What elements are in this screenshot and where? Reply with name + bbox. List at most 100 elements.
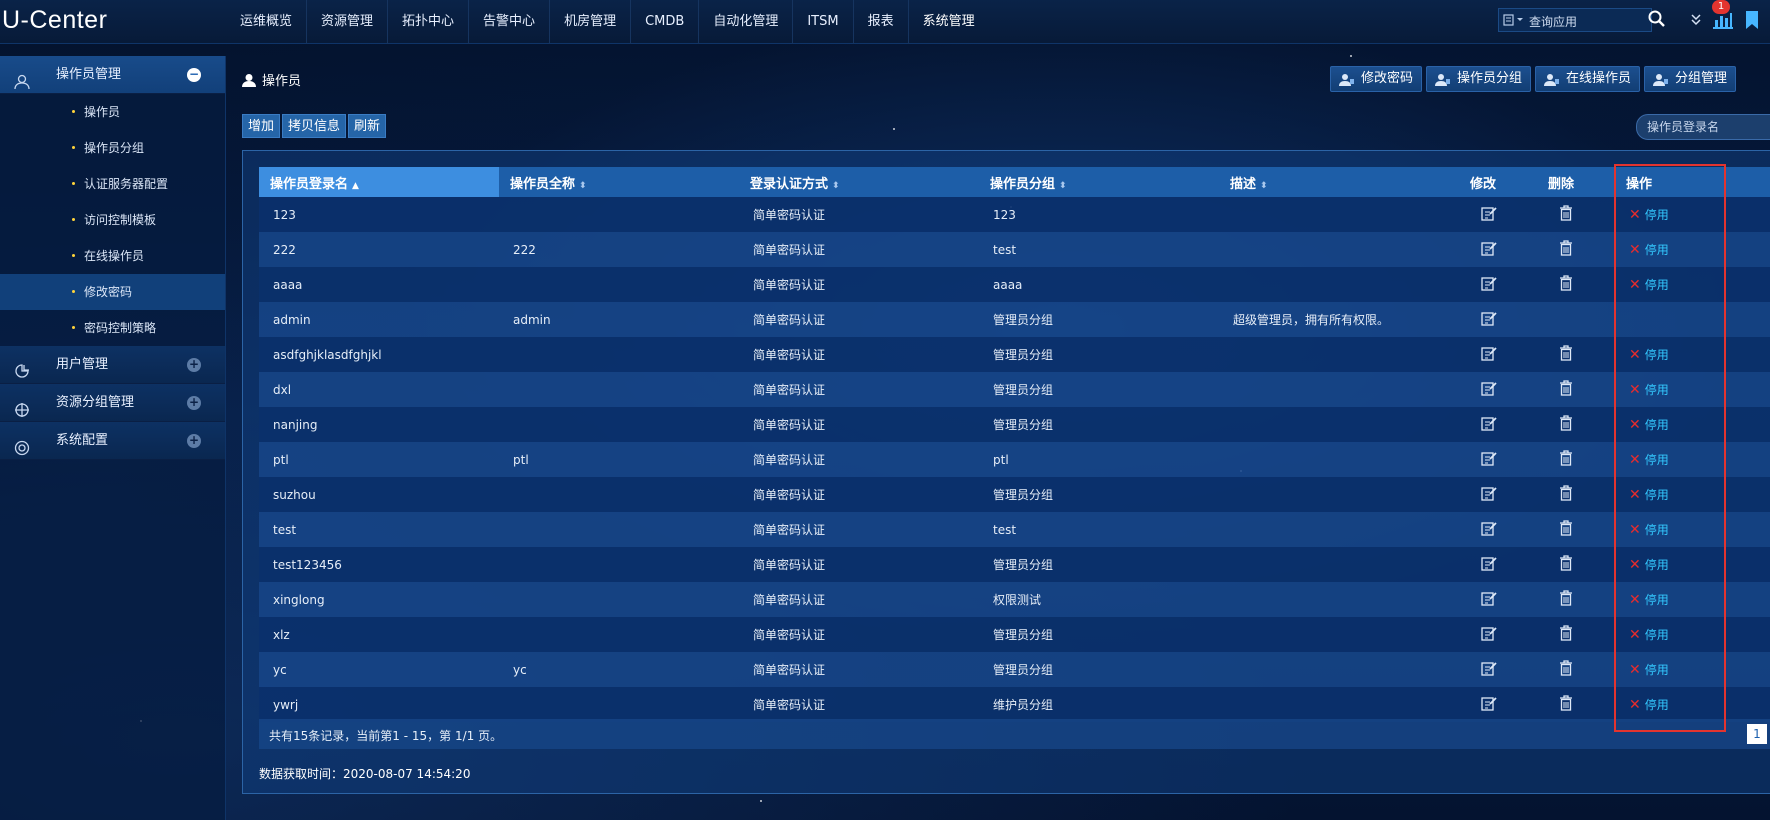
nav-item-8[interactable]: 报表 [854,0,909,44]
search-icon[interactable] [1648,10,1666,31]
col-desc-header[interactable]: 描述 ⬍ [1219,167,1459,197]
col-group-header[interactable]: 操作员分组 ⬍ [979,167,1219,197]
trash-icon[interactable] [1559,345,1573,364]
expand-icon[interactable]: + [187,396,201,410]
edit-icon[interactable] [1481,592,1497,609]
nav-item-5[interactable]: CMDB [631,0,700,44]
sidebar-group-2[interactable]: 资源分组管理 + [0,384,225,422]
group-link[interactable]: 管理员分组 [979,302,1219,337]
sidebar-item-0[interactable]: 操作员 [0,94,225,130]
login-name-link[interactable]: asdfghjklasdfghjkl [259,337,499,372]
group-link[interactable]: test [979,232,1219,267]
trash-icon[interactable] [1559,450,1573,469]
login-filter-input[interactable]: 操作员登录名 [1636,114,1770,140]
app-filter-icon[interactable] [1503,13,1525,30]
sort-icon[interactable]: ⬍ [1059,181,1067,191]
group-link[interactable]: 权限测试 [979,582,1219,617]
quick-button-3[interactable]: 分组管理 [1644,66,1737,92]
refresh-button[interactable]: 刷新 [348,114,387,138]
nav-item-0[interactable]: 运维概览 [226,0,308,44]
expand-icon[interactable]: + [187,434,201,448]
sort-asc-icon[interactable]: ▲ [352,181,359,191]
sort-icon[interactable]: ⬍ [1260,181,1268,191]
app-search-input[interactable]: 查询应用 [1498,8,1652,32]
sidebar-group-0[interactable]: 操作员管理 − [0,56,225,94]
edit-icon[interactable] [1481,242,1497,259]
edit-icon[interactable] [1481,557,1497,574]
trash-icon[interactable] [1559,380,1573,399]
expand-icon[interactable]: + [187,358,201,372]
edit-icon[interactable] [1481,312,1497,329]
edit-icon[interactable] [1481,207,1497,224]
sort-icon[interactable]: ⬍ [579,181,587,191]
edit-icon[interactable] [1481,487,1497,504]
nav-item-1[interactable]: 资源管理 [307,0,389,44]
page-number-button[interactable]: 1 [1747,724,1767,744]
sidebar-group-3[interactable]: 系统配置 + [0,422,225,460]
copy-info-button[interactable]: 拷贝信息 [282,114,347,138]
quick-button-0[interactable]: 修改密码 [1330,66,1423,92]
edit-icon[interactable] [1481,662,1497,679]
group-link[interactable]: 管理员分组 [979,547,1219,582]
sort-icon[interactable]: ⬍ [832,181,840,191]
group-link[interactable]: 管理员分组 [979,477,1219,512]
edit-icon[interactable] [1481,277,1497,294]
sidebar-item-3[interactable]: 访问控制模板 [0,202,225,238]
edit-icon[interactable] [1481,382,1497,399]
trash-icon[interactable] [1559,520,1573,539]
trash-icon[interactable] [1559,555,1573,574]
edit-icon[interactable] [1481,452,1497,469]
collapse-icon[interactable]: − [187,68,201,82]
group-link[interactable]: 管理员分组 [979,372,1219,407]
trash-icon[interactable] [1559,695,1573,714]
sidebar-item-4[interactable]: 在线操作员 [0,238,225,274]
group-link[interactable]: 管理员分组 [979,337,1219,372]
sidebar-item-1[interactable]: 操作员分组 [0,130,225,166]
trash-icon[interactable] [1559,205,1573,224]
sidebar-item-6[interactable]: 密码控制策略 [0,310,225,346]
group-link[interactable]: aaaa [979,267,1219,302]
login-name-link[interactable]: test [259,512,499,547]
trash-icon[interactable] [1559,240,1573,259]
login-name-link[interactable]: xlz [259,617,499,652]
trash-icon[interactable] [1559,625,1573,644]
login-name-link[interactable]: ywrj [259,687,499,722]
group-link[interactable]: 123 [979,197,1219,232]
group-link[interactable]: ptl [979,442,1219,477]
group-link[interactable]: 维护员分组 [979,687,1219,722]
trash-icon[interactable] [1559,275,1573,294]
chevron-down-icon[interactable] [1690,10,1702,33]
col-auth-header[interactable]: 登录认证方式 ⬍ [739,167,979,197]
sidebar-item-2[interactable]: 认证服务器配置 [0,166,225,202]
edit-icon[interactable] [1481,627,1497,644]
quick-button-2[interactable]: 在线操作员 [1535,66,1641,92]
col-login-header[interactable]: 操作员登录名 ▲ [259,167,499,197]
edit-icon[interactable] [1481,522,1497,539]
login-name-link[interactable]: aaaa [259,267,499,302]
login-name-link[interactable]: 123 [259,197,499,232]
trash-icon[interactable] [1559,590,1573,609]
sidebar-item-5[interactable]: 修改密码 [0,274,225,310]
login-name-link[interactable]: admin [259,302,499,337]
group-link[interactable]: test [979,512,1219,547]
login-name-link[interactable]: suzhou [259,477,499,512]
login-name-link[interactable]: nanjing [259,407,499,442]
login-name-link[interactable]: dxl [259,372,499,407]
nav-item-3[interactable]: 告警中心 [469,0,551,44]
group-link[interactable]: 管理员分组 [979,617,1219,652]
login-name-link[interactable]: yc [259,652,499,687]
add-button[interactable]: 增加 [242,114,281,138]
group-link[interactable]: 管理员分组 [979,652,1219,687]
nav-item-4[interactable]: 机房管理 [550,0,632,44]
nav-item-6[interactable]: 自动化管理 [699,0,794,44]
nav-item-2[interactable]: 拓扑中心 [388,0,470,44]
nav-item-7[interactable]: ITSM [793,0,854,44]
login-name-link[interactable]: 222 [259,232,499,267]
bookmark-icon[interactable] [1744,10,1760,33]
group-link[interactable]: 管理员分组 [979,407,1219,442]
trash-icon[interactable] [1559,415,1573,434]
nav-item-9[interactable]: 系统管理 [909,0,989,44]
login-name-link[interactable]: ptl [259,442,499,477]
login-name-link[interactable]: xinglong [259,582,499,617]
edit-icon[interactable] [1481,697,1497,714]
